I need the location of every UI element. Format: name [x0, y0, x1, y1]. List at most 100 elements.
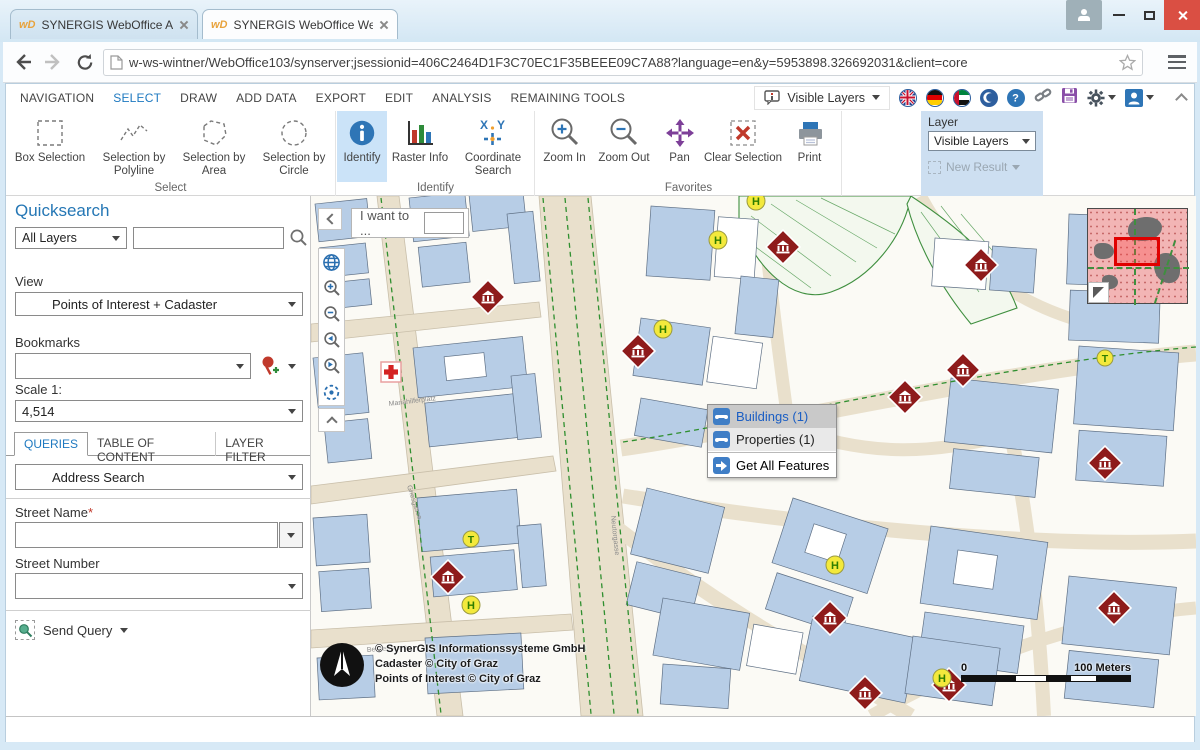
print-button[interactable]: Print	[782, 111, 837, 182]
svg-text:?: ?	[1012, 92, 1019, 104]
tram-stop-marker[interactable]	[1097, 350, 1113, 366]
i-want-to-input[interactable]	[424, 212, 464, 234]
save-icon[interactable]	[1061, 87, 1078, 109]
collapse-sidebar-button[interactable]	[318, 208, 342, 230]
context-menu-get-all-features[interactable]: Get All Features	[708, 454, 836, 477]
quicksearch-title: Quicksearch	[15, 201, 109, 221]
sidebar-tabs: QUERIES TABLE OF CONTENT LAYER FILTER	[6, 432, 311, 456]
bus-stop-marker[interactable]	[747, 196, 765, 210]
previous-extent-button[interactable]	[319, 327, 344, 353]
map-zoom-in-button[interactable]	[319, 275, 344, 301]
pharmacy-marker[interactable]	[381, 362, 401, 382]
clear-selection-button[interactable]: Clear Selection	[704, 111, 782, 182]
browser-menu-icon[interactable]	[1167, 52, 1187, 72]
tab-queries[interactable]: QUERIES	[14, 432, 88, 456]
i-want-to-widget[interactable]: I want to ...	[351, 208, 469, 238]
bookmarks-select[interactable]	[15, 353, 251, 379]
tools-collapse-button[interactable]	[318, 408, 345, 432]
flag-germany-icon[interactable]	[926, 89, 944, 107]
maptip-layer-dropdown[interactable]: Visible Layers	[754, 86, 890, 110]
reload-button[interactable]	[73, 50, 97, 74]
send-query-button[interactable]: Send Query	[15, 620, 128, 640]
minimize-button[interactable]	[1104, 0, 1134, 30]
chevron-down-icon	[288, 475, 296, 480]
street-name-input[interactable]	[15, 522, 278, 548]
view-select[interactable]: Points of Interest + Cadaster	[15, 292, 303, 316]
gear-icon	[1087, 89, 1105, 107]
center-map-button[interactable]	[319, 379, 344, 405]
box-selection-button[interactable]: Box Selection	[6, 111, 94, 182]
maximize-button[interactable]	[1134, 0, 1164, 30]
scale-combobox[interactable]: 4,514	[15, 400, 303, 422]
zoom-out-button[interactable]: Zoom Out	[593, 111, 655, 182]
zoom-in-button[interactable]: Zoom In	[536, 111, 593, 182]
bus-stop-marker[interactable]	[654, 320, 672, 338]
context-menu-item-buildings[interactable]: Buildings (1)	[708, 405, 836, 428]
layer-select[interactable]: Visible Layers	[928, 131, 1036, 151]
add-bookmark-icon[interactable]	[258, 354, 280, 381]
map-viewport[interactable]: H T	[311, 196, 1196, 716]
help-icon[interactable]: ?	[1007, 89, 1025, 107]
browser-tab-web[interactable]: wD SYNERGIS WebOffice Web	[202, 9, 398, 39]
menu-tab-export[interactable]: EXPORT	[316, 91, 366, 105]
tram-stop-marker[interactable]	[463, 531, 479, 547]
street-number-select[interactable]	[15, 573, 303, 599]
settings-dropdown[interactable]	[1087, 89, 1116, 107]
bus-stop-marker[interactable]	[709, 231, 727, 249]
next-extent-button[interactable]	[319, 353, 344, 379]
close-button[interactable]	[1164, 0, 1200, 30]
bookmark-star-icon[interactable]	[1119, 54, 1136, 71]
selection-by-area-button[interactable]: Selection by Area	[174, 111, 254, 182]
full-extent-button[interactable]	[319, 249, 344, 275]
menu-tab-analysis[interactable]: ANALYSIS	[432, 91, 491, 105]
street-name-dropdown-button[interactable]	[279, 522, 303, 548]
pan-button[interactable]: Pan	[655, 111, 704, 182]
tab-close-icon[interactable]	[379, 20, 389, 30]
search-icon[interactable]	[289, 228, 308, 250]
chevron-down-icon	[288, 584, 296, 589]
profile-button[interactable]	[1066, 0, 1102, 30]
tab-table-of-content[interactable]: TABLE OF CONTENT	[88, 432, 216, 456]
bus-stop-marker[interactable]	[933, 669, 951, 687]
selection-by-circle-button[interactable]: Selection by Circle	[254, 111, 334, 182]
coordinate-search-button[interactable]: XY Coordinate Search	[453, 111, 533, 182]
menu-tab-add-data[interactable]: ADD DATA	[236, 91, 297, 105]
crescent-icon[interactable]	[980, 89, 998, 107]
flag-uae-icon[interactable]	[953, 89, 971, 107]
overview-map[interactable]	[1087, 208, 1188, 304]
menu-tab-remaining-tools[interactable]: REMAINING TOOLS	[511, 91, 626, 105]
chevron-down-icon	[1146, 95, 1154, 100]
copyright-line: Cadaster © City of Graz	[375, 657, 585, 672]
menu-tab-draw[interactable]: DRAW	[180, 91, 217, 105]
tab-layer-filter[interactable]: LAYER FILTER	[216, 432, 311, 456]
menu-tab-edit[interactable]: EDIT	[385, 91, 413, 105]
context-menu-item-properties[interactable]: Properties (1)	[708, 428, 836, 451]
browser-tab-admin[interactable]: wD SYNERGIS WebOffice Adm	[10, 9, 198, 39]
bus-stop-marker[interactable]	[826, 556, 844, 574]
back-button[interactable]	[11, 50, 35, 74]
link-icon[interactable]	[1034, 86, 1052, 109]
minimap-extent-rectangle[interactable]	[1114, 237, 1160, 266]
url-text: w-ws-wintner/WebOffice103/synserver;jses…	[129, 55, 1113, 70]
collapse-ribbon-icon[interactable]	[1175, 93, 1188, 106]
tab-close-icon[interactable]	[179, 20, 189, 30]
flag-uk-icon[interactable]	[899, 89, 917, 107]
query-type-select[interactable]: Address Search	[15, 464, 303, 490]
map-zoom-out-button[interactable]	[319, 301, 344, 327]
user-dropdown[interactable]	[1125, 89, 1154, 107]
minimap-collapse-handle[interactable]	[1088, 282, 1109, 303]
identify-button[interactable]: Identify	[337, 111, 387, 182]
quicksearch-layer-select[interactable]: All Layers	[15, 227, 127, 249]
menu-tab-select[interactable]: SELECT	[113, 91, 161, 105]
address-bar[interactable]: w-ws-wintner/WebOffice103/synserver;jses…	[103, 49, 1143, 76]
menu-tab-navigation[interactable]: NAVIGATION	[20, 91, 94, 105]
bookmark-menu-caret[interactable]	[288, 364, 296, 369]
raster-info-button[interactable]: Raster Info	[387, 111, 453, 182]
bus-stop-marker[interactable]	[462, 596, 480, 614]
chevron-down-icon	[872, 95, 880, 100]
browser-toolbar: w-ws-wintner/WebOffice103/synserver;jses…	[3, 42, 1197, 83]
quicksearch-input[interactable]	[133, 227, 284, 249]
selection-by-polyline-button[interactable]: Selection by Polyline	[94, 111, 174, 182]
forward-button[interactable]	[41, 50, 65, 74]
weboffice-favicon: wD	[19, 19, 36, 31]
